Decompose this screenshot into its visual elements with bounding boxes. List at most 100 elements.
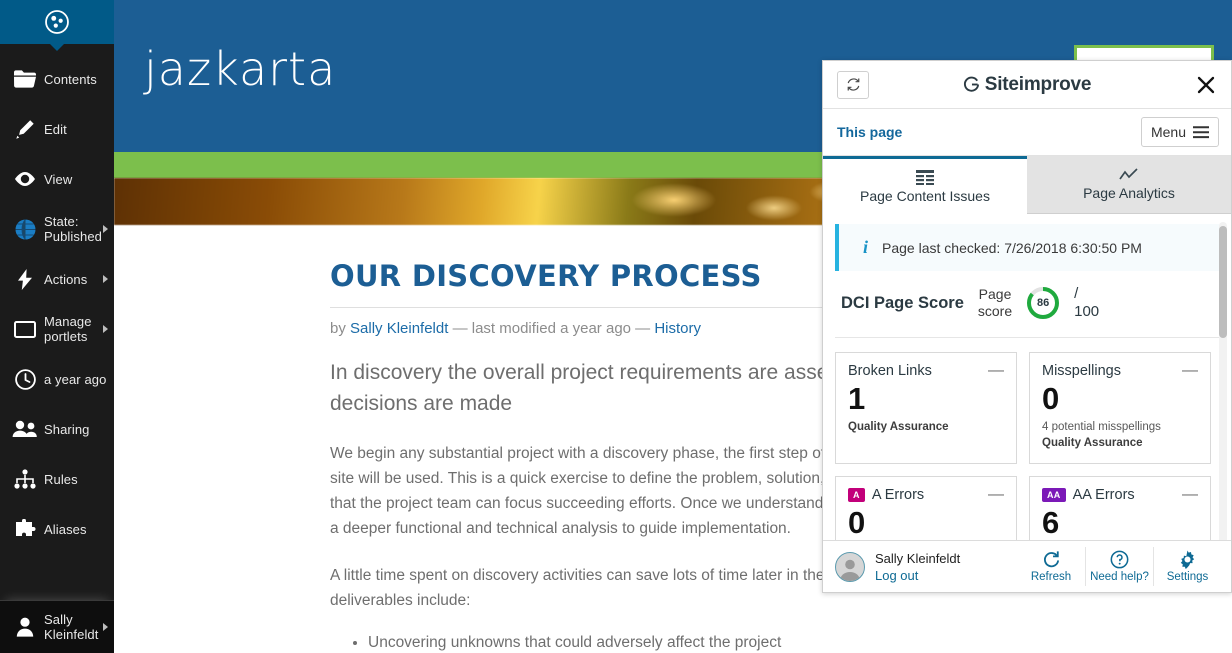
plone-logo-icon: [45, 10, 69, 34]
sidebar-item-label: a year ago: [44, 371, 107, 387]
panel-menu-button[interactable]: Menu: [1140, 117, 1219, 147]
list-item: Uncovering unknowns that could adversely…: [368, 629, 1052, 653]
trend-flat-icon: —: [1182, 362, 1198, 379]
wcag-a-badge: A: [848, 488, 865, 502]
sidebar-item-label: Edit: [44, 121, 67, 137]
siteimprove-subbar: This page Menu: [823, 109, 1231, 156]
siteimprove-footer: Sally Kleinfeldt Log out Refresh Need he…: [823, 540, 1231, 592]
card-category: Quality Assurance: [1042, 437, 1143, 449]
tab-label: Page Analytics: [1083, 185, 1175, 201]
dci-score-label: DCI Page Score: [841, 293, 964, 312]
footer-help-button[interactable]: Need help?: [1085, 547, 1153, 586]
sidebar-item-label: Aliases: [44, 521, 87, 537]
score-separator: /: [1074, 285, 1079, 302]
card-aa-errors[interactable]: AA AA Errors — 6: [1029, 476, 1211, 540]
footer-refresh-button[interactable]: Refresh: [1017, 547, 1085, 586]
deliverables-list: Uncovering unknowns that could adversely…: [352, 629, 1052, 653]
card-value: 0: [848, 505, 866, 540]
siteimprove-logo-icon: [963, 76, 979, 92]
plone-logo-button[interactable]: [0, 0, 114, 51]
byline-author-link[interactable]: Sally Kleinfeldt: [350, 320, 448, 337]
toolbar-items: Contents Edit View State: Published Acti…: [0, 44, 114, 554]
footer-settings-button[interactable]: Settings: [1153, 547, 1221, 586]
avatar: [835, 551, 865, 582]
line-chart-icon: [1119, 168, 1138, 180]
card-title: Broken Links: [848, 363, 932, 379]
siteimprove-tabs: Page Content Issues Page Analytics: [823, 156, 1231, 214]
sidebar-item-view[interactable]: View: [0, 154, 114, 204]
sidebar-item-label: Contents: [44, 71, 97, 87]
chevron-right-icon: [103, 225, 108, 233]
close-icon: [1197, 76, 1215, 93]
page-score-caption-line1: Page: [978, 286, 1012, 302]
sitemap-icon: [6, 469, 44, 489]
dci-page-score-row: DCI Page Score Page score 86 / 100: [835, 271, 1219, 338]
refresh-icon: [1043, 551, 1059, 568]
sidebar-item-label: Sharing: [44, 421, 90, 437]
issue-cards: Broken Links — 1 Quality Assurance Missp…: [835, 338, 1219, 540]
byline-history-link[interactable]: History: [654, 320, 701, 337]
lightning-icon: [6, 268, 44, 290]
card-misspellings[interactable]: Misspellings — 0 4 potential misspelling…: [1029, 352, 1211, 464]
siteimprove-body: i Page last checked: 7/26/2018 6:30:50 P…: [823, 214, 1231, 540]
footer-user-name: Sally Kleinfeldt: [875, 550, 961, 566]
sidebar-item-a-year-ago[interactable]: a year ago: [0, 354, 114, 404]
panel-scrollbar-track[interactable]: [1219, 222, 1227, 540]
sidebar-item-sharing[interactable]: Sharing: [0, 404, 114, 454]
sidebar-item-rules[interactable]: Rules: [0, 454, 114, 504]
list-icon: [916, 169, 934, 185]
panel-refresh-button[interactable]: [837, 70, 869, 99]
plone-toolbar: Contents Edit View State: Published Acti…: [0, 0, 114, 653]
sidebar-item-manage-portlets[interactable]: Manage portlets: [0, 304, 114, 354]
globe-icon: [6, 218, 44, 240]
eye-icon: [6, 171, 44, 187]
hamburger-icon: [1193, 125, 1209, 138]
siteimprove-titlebar: Siteimprove: [823, 61, 1231, 109]
wcag-aa-badge: AA: [1042, 488, 1066, 502]
logout-link[interactable]: Log out: [875, 567, 960, 584]
users-icon: [6, 420, 44, 438]
byline-middle: — last modified a year ago —: [448, 320, 655, 337]
gear-icon: [1180, 550, 1195, 569]
refresh-icon: [847, 78, 859, 91]
sidebar-item-contents[interactable]: Contents: [0, 54, 114, 104]
panel-menu-label: Menu: [1150, 124, 1186, 140]
trend-flat-icon: —: [1182, 486, 1198, 503]
footer-user-block: Sally Kleinfeldt Log out: [875, 550, 960, 584]
folder-icon: [6, 70, 44, 88]
site-logo[interactable]: jazkarta: [144, 42, 336, 96]
sidebar-item-label: State: Published: [44, 214, 102, 244]
footer-action-label: Need help?: [1090, 571, 1149, 583]
rectangle-icon: [6, 320, 44, 338]
card-detail: 4 potential misspellings: [1042, 421, 1161, 433]
siteimprove-panel: Siteimprove This page Menu Page Content …: [822, 60, 1232, 593]
clock-icon: [6, 368, 44, 390]
last-checked-text: Page last checked: 7/26/2018 6:30:50 PM: [882, 239, 1142, 256]
screen-root: Contents Edit View State: Published Acti…: [0, 0, 1232, 653]
panel-close-button[interactable]: [1193, 72, 1219, 98]
sidebar-item-label: View: [44, 171, 73, 187]
sidebar-user-menu[interactable]: Sally Kleinfeldt: [0, 600, 114, 653]
sidebar-item-actions[interactable]: Actions: [0, 254, 114, 304]
card-title: A Errors: [871, 487, 925, 503]
sidebar-item-edit[interactable]: Edit: [0, 104, 114, 154]
panel-title: Siteimprove: [984, 73, 1092, 95]
card-title: Misspellings: [1042, 363, 1121, 379]
card-header: Broken Links —: [848, 363, 1004, 380]
sidebar-item-aliases[interactable]: Aliases: [0, 504, 114, 554]
sidebar-item-label: Rules: [44, 471, 78, 487]
trend-flat-icon: —: [988, 486, 1004, 503]
score-donut: 86: [1026, 286, 1060, 320]
sidebar-item-label: Actions: [44, 271, 88, 287]
tab-page-analytics[interactable]: Page Analytics: [1027, 156, 1231, 214]
card-title: AA Errors: [1072, 487, 1135, 503]
sidebar-item-state-published[interactable]: State: Published: [0, 204, 114, 254]
this-page-link[interactable]: This page: [837, 124, 902, 140]
panel-scrollbar-thumb[interactable]: [1219, 226, 1227, 338]
card-a-errors[interactable]: A A Errors — 0: [835, 476, 1017, 540]
card-broken-links[interactable]: Broken Links — 1 Quality Assurance: [835, 352, 1017, 464]
tab-page-content-issues[interactable]: Page Content Issues: [823, 156, 1027, 214]
footer-actions: Refresh Need help? Settings: [1017, 547, 1221, 586]
score-max-value: 100: [1074, 303, 1100, 320]
person-icon: [6, 617, 44, 637]
